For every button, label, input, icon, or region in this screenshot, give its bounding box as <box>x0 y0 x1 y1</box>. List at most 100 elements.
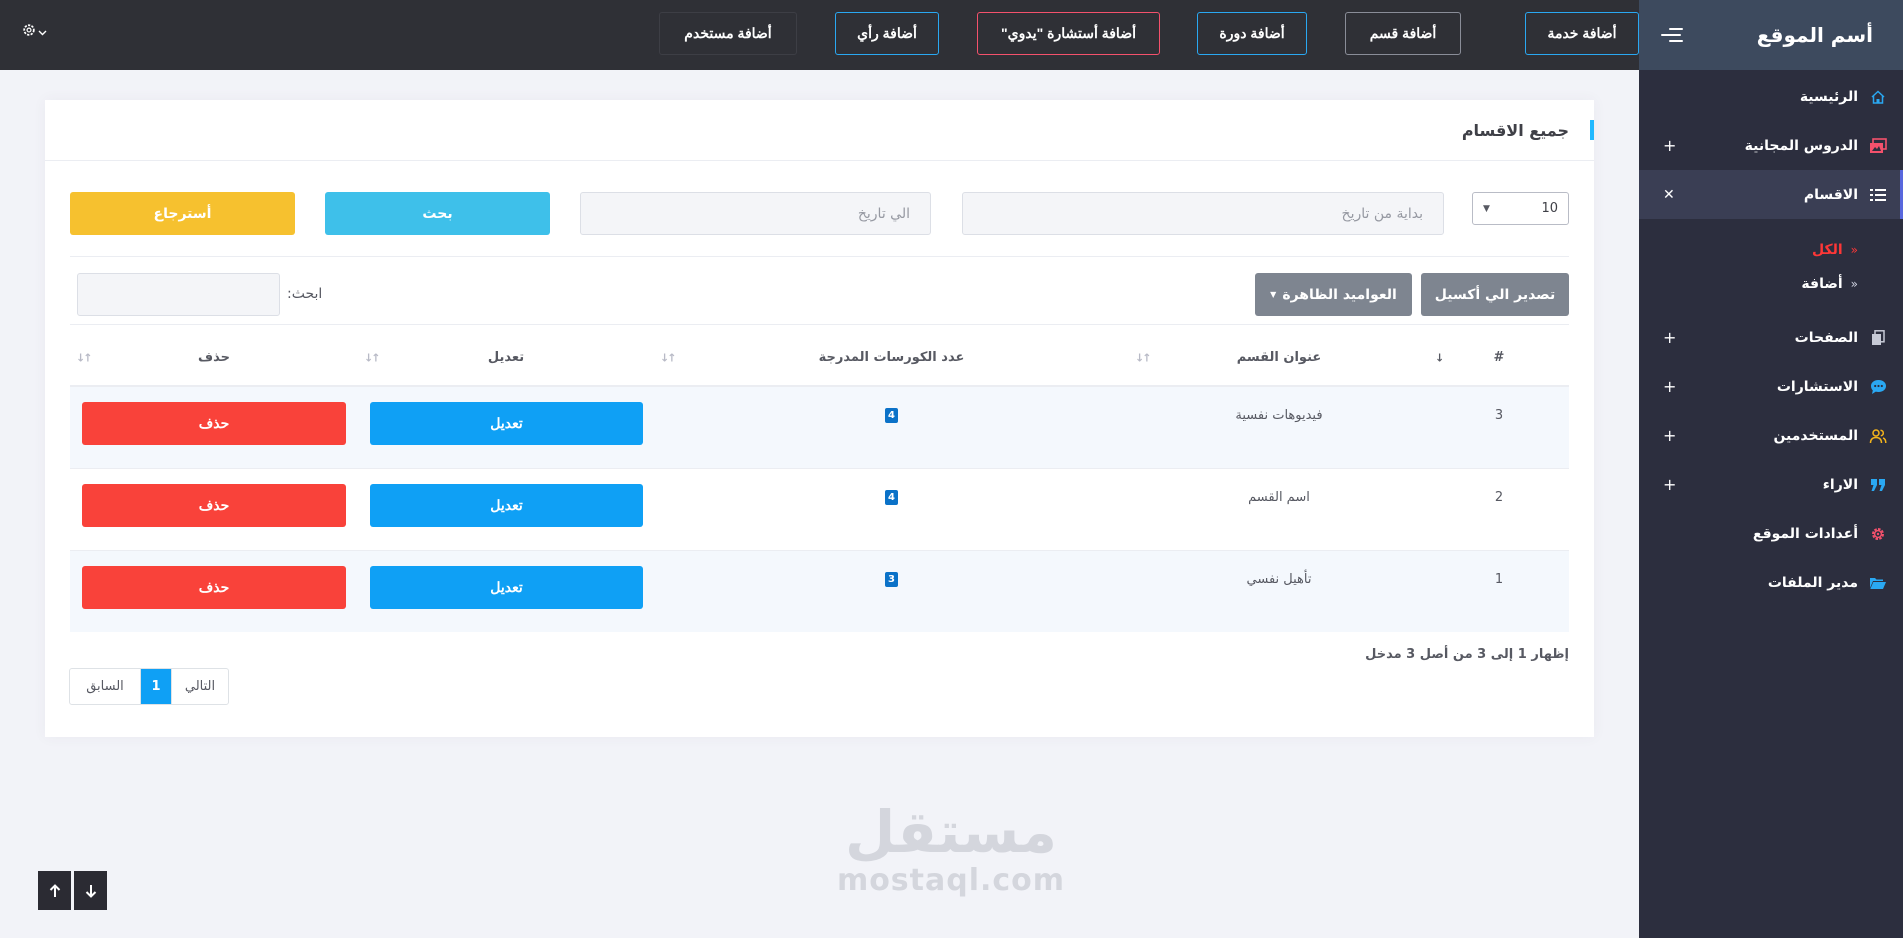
sidebar-item-site-settings[interactable]: أعدادات الموقع <box>1639 509 1903 558</box>
add-user-button[interactable]: أضافة مستخدم <box>659 12 797 55</box>
gear-icon <box>1868 524 1888 544</box>
sidebar-item-file-manager[interactable]: مدير الملفات <box>1639 558 1903 607</box>
sidebar-item-home[interactable]: الرئيسية <box>1639 72 1903 121</box>
sections-submenu: « الكل « أضافة <box>1639 219 1903 313</box>
sidebar-menu-lower: الصفحات + الاستشارات + المستخدمين + الار… <box>1639 313 1903 607</box>
images-icon <box>1868 136 1888 156</box>
watermark-arabic: مستقل <box>844 798 1058 866</box>
file-copy-icon <box>1868 328 1888 348</box>
edit-button[interactable]: تعديل <box>370 483 643 527</box>
add-manual-consultation-button[interactable]: أضافة أستشارة "يدوي" <box>977 12 1160 55</box>
sidebar-toggle-icon[interactable] <box>1661 27 1683 43</box>
edit-button[interactable]: تعديل <box>370 565 643 609</box>
submenu-item-add[interactable]: « أضافة <box>1639 267 1903 301</box>
search-button[interactable]: بحث <box>325 192 550 235</box>
sidebar-item-users[interactable]: المستخدمين + <box>1639 411 1903 460</box>
site-name: أسم الموقع <box>1756 23 1873 47</box>
expand-plus-icon[interactable]: + <box>1663 378 1676 395</box>
pagination-page-1[interactable]: 1 <box>140 669 171 704</box>
add-service-button[interactable]: أضافة خدمة <box>1525 12 1639 55</box>
delete-button[interactable]: حذف <box>82 401 346 445</box>
double-chevron-icon: « <box>1850 243 1858 257</box>
page-length-value: 10 <box>1541 201 1558 216</box>
scroll-down-button[interactable] <box>74 871 107 910</box>
sidebar-item-label: الرئيسية <box>1799 88 1858 105</box>
sort-icon: ↓ <box>1435 351 1444 364</box>
sidebar-item-pages[interactable]: الصفحات + <box>1639 313 1903 362</box>
sidebar-item-label: الصفحات <box>1794 329 1858 346</box>
table-row: 3 فيديوهات نفسية 4 تعديل حذف <box>70 386 1569 468</box>
chat-bubble-icon <box>1868 377 1888 397</box>
watermark-latin: mostaql.com <box>836 863 1066 898</box>
pagination-previous[interactable]: السابق <box>70 669 140 704</box>
sidebar-brand: أسم الموقع <box>1639 0 1903 70</box>
sort-icon: ↑↓ <box>1135 351 1152 364</box>
collapse-close-icon[interactable]: ✕ <box>1663 188 1675 202</box>
sidebar-item-label: الاراء <box>1822 476 1858 493</box>
sidebar-item-sections[interactable]: الاقسام ✕ <box>1639 170 1903 219</box>
row-id: 1 <box>1494 571 1504 587</box>
caret-down-icon: ▼ <box>1483 203 1490 214</box>
export-excel-button[interactable]: تصدير الي أكسيل <box>1421 273 1569 316</box>
divider <box>70 256 1569 257</box>
table-search-input[interactable] <box>77 273 280 316</box>
gear-icon <box>22 22 36 41</box>
submenu-item-label: الكل <box>1811 242 1843 258</box>
settings-dropdown[interactable] <box>22 22 47 41</box>
visible-columns-button[interactable]: العواميد الظاهرة ▼ <box>1255 273 1412 316</box>
expand-plus-icon[interactable]: + <box>1663 427 1676 444</box>
from-date-input[interactable]: بداية من تاريخ <box>962 192 1444 235</box>
to-date-input[interactable]: الي تاريخ <box>580 192 931 235</box>
column-header-delete[interactable]: حذف ↑↓ <box>70 330 358 387</box>
course-count-badge: 3 <box>885 572 898 588</box>
sidebar-item-label: الدروس المجانية <box>1744 137 1858 154</box>
add-course-button[interactable]: أضافة دورة <box>1197 12 1307 55</box>
users-icon <box>1868 426 1888 446</box>
sidebar-item-opinions[interactable]: الاراء + <box>1639 460 1903 509</box>
scroll-up-button[interactable] <box>38 871 71 910</box>
sections-table: # ↓ عنوان القسم ↑↓ عدد الكورسات المدرجة ↑↓ … <box>70 330 1569 632</box>
column-header-id[interactable]: # ↓ <box>1429 330 1569 387</box>
expand-plus-icon[interactable]: + <box>1663 137 1676 154</box>
add-opinion-button[interactable]: أضافة رأي <box>835 12 939 55</box>
topbar: أضافة خدمة أضافة قسم أضافة دورة أضافة أس… <box>0 0 1639 70</box>
table-row: 2 اسم القسم 4 تعديل حذف <box>70 467 1569 550</box>
sidebar-item-label: مدير الملفات <box>1767 574 1858 591</box>
row-id: 2 <box>1494 489 1504 505</box>
course-count-badge: 4 <box>885 490 898 505</box>
expand-plus-icon[interactable]: + <box>1663 329 1676 346</box>
card-header: جميع الاقسام <box>45 100 1594 161</box>
course-count-badge: 4 <box>885 408 898 424</box>
reset-button[interactable]: أسترجاع <box>70 192 295 235</box>
row-title: فيديوهات نفسية <box>1235 407 1323 423</box>
table-info: إظهار 1 إلى 3 من أصل 3 مدخل <box>1365 647 1569 662</box>
table-header-row: # ↓ عنوان القسم ↑↓ عدد الكورسات المدرجة ↑↓ … <box>70 330 1569 387</box>
row-title: اسم القسم <box>1248 489 1310 505</box>
search-label: ابحث: <box>287 286 323 302</box>
add-section-button[interactable]: أضافة قسم <box>1345 12 1461 55</box>
expand-plus-icon[interactable]: + <box>1663 476 1676 493</box>
list-icon <box>1868 185 1888 205</box>
sections-card: جميع الاقسام 10 ▼ بداية من تاريخ الي تار… <box>45 100 1594 737</box>
edit-button[interactable]: تعديل <box>370 401 643 445</box>
to-date-placeholder: الي تاريخ <box>857 205 910 222</box>
column-header-title[interactable]: عنوان القسم ↑↓ <box>1129 330 1429 387</box>
sidebar-item-label: المستخدمين <box>1773 427 1858 444</box>
from-date-placeholder: بداية من تاريخ <box>1341 205 1423 222</box>
columns-button-label: العواميد الظاهرة <box>1282 286 1397 303</box>
pagination-next[interactable]: التالي <box>171 669 228 704</box>
page-length-select[interactable]: 10 ▼ <box>1472 192 1569 225</box>
column-header-edit[interactable]: تعديل ↑↓ <box>358 330 654 387</box>
column-header-course-count[interactable]: عدد الكورسات المدرجة ↑↓ <box>654 330 1129 387</box>
page-title: جميع الاقسام <box>1461 120 1569 140</box>
delete-button[interactable]: حذف <box>82 565 346 609</box>
sort-icon: ↑↓ <box>76 351 93 364</box>
submenu-item-all[interactable]: « الكل <box>1639 233 1903 267</box>
sidebar-item-label: الاقسام <box>1803 186 1858 203</box>
sidebar-item-free-lessons[interactable]: الدروس المجانية + <box>1639 121 1903 170</box>
quote-icon <box>1868 475 1888 495</box>
chevron-down-icon <box>38 22 47 41</box>
sidebar-item-consultations[interactable]: الاستشارات + <box>1639 362 1903 411</box>
delete-button[interactable]: حذف <box>82 483 346 527</box>
sort-icon: ↑↓ <box>364 351 381 364</box>
